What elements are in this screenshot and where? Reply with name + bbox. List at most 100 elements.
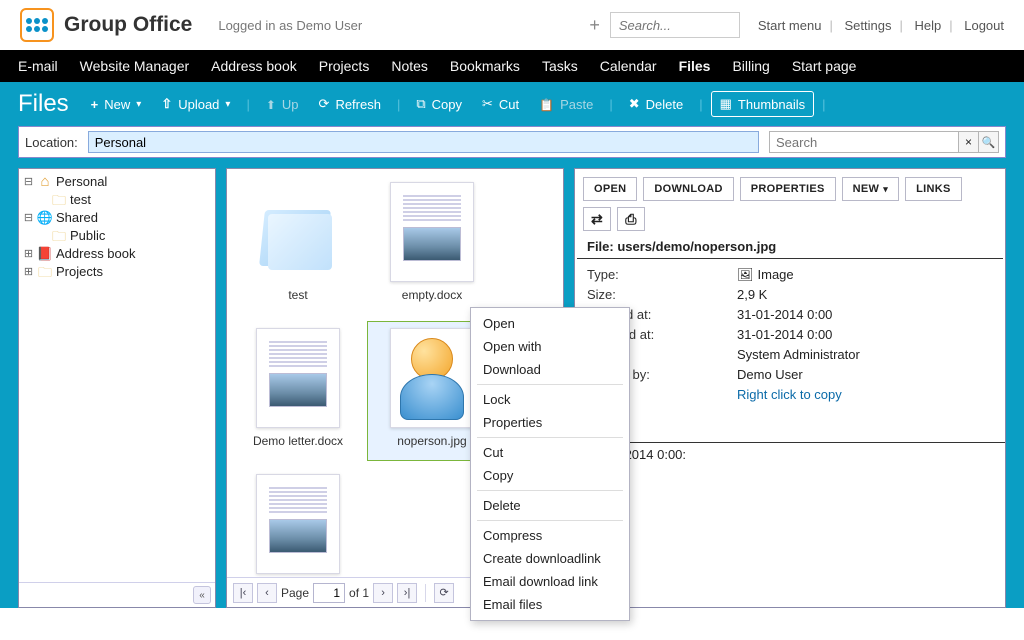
start-menu-link[interactable]: Start menu [758,18,822,33]
location-input[interactable] [88,131,759,153]
folder-search-input[interactable] [769,131,959,153]
tree-item-projects[interactable]: ⊞Projects [21,263,213,281]
ctx-lock[interactable]: Lock [471,388,629,411]
review-body: 31-01-2014 0:00: [575,443,1005,466]
folder-tree-pane: ⊟Personaltest⊟SharedPublic⊞Address book⊞… [18,168,216,608]
ctx-compress[interactable]: Compress [471,524,629,547]
tree-toggle-icon[interactable]: ⊟ [23,173,34,191]
swap-button[interactable] [583,207,611,231]
nav-website-manager[interactable]: Website Manager [80,58,189,74]
thumbnails-button[interactable]: Thumbnails [711,91,815,117]
paste-button[interactable]: Paste [531,91,601,117]
pager-first-button[interactable]: |‹ [233,583,253,603]
ctx-open[interactable]: Open [471,312,629,335]
file-item[interactable]: test [233,175,363,315]
nav-billing[interactable]: Billing [732,58,769,74]
nav-files[interactable]: Files [679,58,711,74]
refresh-button[interactable]: Refresh [311,91,389,117]
file-item-label: noperson.jpg [397,434,466,448]
ctx-email-download-link[interactable]: Email download link [471,570,629,593]
details-pane: OPEN DOWNLOAD PROPERTIES NEW▾ LINKS File… [574,168,1006,608]
pager-last-button[interactable]: ›| [397,583,417,603]
ctx-open-with[interactable]: Open with [471,335,629,358]
nav-bookmarks[interactable]: Bookmarks [450,58,520,74]
tree-item-personal[interactable]: ⊟Personal [21,173,213,191]
file-item[interactable]: Demo letter.docx [233,321,363,461]
tree-item-shared[interactable]: ⊟Shared [21,209,213,227]
property-row: System Administrator [587,345,993,365]
ctx-delete[interactable]: Delete [471,494,629,517]
up-icon [266,97,276,112]
ctx-email-files[interactable]: Email files [471,593,629,616]
swap-icon [591,211,603,228]
links-button[interactable]: LINKS [905,177,962,201]
nav-start-page[interactable]: Start page [792,58,857,74]
pager-page-label: Page [281,586,309,600]
pager-prev-button[interactable]: ‹ [257,583,277,603]
refresh-icon [319,96,330,112]
nav-tasks[interactable]: Tasks [542,58,578,74]
add-icon[interactable]: + [589,15,600,36]
file-item[interactable]: empty.docx [367,175,497,315]
book-icon [37,246,53,262]
file-item-label: empty.docx [402,288,462,302]
delete-button[interactable]: Delete [621,91,691,117]
collapse-tree-button[interactable] [193,586,211,604]
open-button[interactable]: OPEN [583,177,637,201]
ctx-properties[interactable]: Properties [471,411,629,434]
ctx-cut[interactable]: Cut [471,441,629,464]
logo-icon [20,8,54,42]
print-icon [625,211,637,228]
upload-icon [161,96,172,112]
ctx-copy[interactable]: Copy [471,464,629,487]
tree-item-test[interactable]: test [21,191,213,209]
copy-button[interactable]: Copy [408,91,470,117]
home-icon [37,174,53,190]
tree-toggle-icon[interactable]: ⊞ [23,245,34,263]
property-label: Size: [587,285,737,305]
up-button[interactable]: Up [258,91,307,117]
tree-item-public[interactable]: Public [21,227,213,245]
globe-icon [37,210,53,226]
topbar: Group Office Logged in as Demo User + St… [0,0,1024,50]
logout-link[interactable]: Logout [964,18,1004,33]
pager-next-button[interactable]: › [373,583,393,603]
folder-icon [256,182,340,282]
properties-button[interactable]: PROPERTIES [740,177,836,201]
nav-address-book[interactable]: Address book [211,58,297,74]
upload-button[interactable]: Upload▾ [153,91,238,117]
tree-toggle-icon[interactable]: ⊟ [23,209,34,227]
new-dropdown-button[interactable]: NEW▾ [842,177,899,201]
search-clear-button[interactable]: × [959,131,979,153]
document-icon [263,335,333,421]
global-search-input[interactable] [610,12,740,38]
property-value[interactable]: Right click to copy [737,385,993,405]
location-label: Location: [25,135,78,150]
new-button[interactable]: New▾ [83,91,150,117]
pager-page-input[interactable] [313,583,345,603]
property-value: Image [737,265,993,285]
property-row: Right click to copy [587,385,993,405]
nav-e-mail[interactable]: E-mail [18,58,58,74]
settings-link[interactable]: Settings [844,18,891,33]
pager-of-label: of 1 [349,586,369,600]
file-item[interactable]: empty.odt [233,467,363,577]
nav-notes[interactable]: Notes [391,58,428,74]
print-button[interactable] [617,207,645,231]
tree-item-address-book[interactable]: ⊞Address book [21,245,213,263]
cut-button[interactable]: Cut [474,91,527,117]
nav-projects[interactable]: Projects [319,58,370,74]
pager-refresh-button[interactable] [434,583,454,603]
ctx-create-downloadlink[interactable]: Create downloadlink [471,547,629,570]
nav-calendar[interactable]: Calendar [600,58,657,74]
download-button[interactable]: DOWNLOAD [643,177,733,201]
ctx-download[interactable]: Download [471,358,629,381]
copy-link[interactable]: Right click to copy [737,387,842,402]
location-bar: Location: × [0,126,1024,168]
help-link[interactable]: Help [914,18,941,33]
property-row: Type:Image [587,265,993,285]
tree-item-label: Public [70,227,105,245]
search-go-button[interactable] [979,131,999,153]
cut-icon [482,96,493,112]
tree-toggle-icon[interactable]: ⊞ [23,263,34,281]
